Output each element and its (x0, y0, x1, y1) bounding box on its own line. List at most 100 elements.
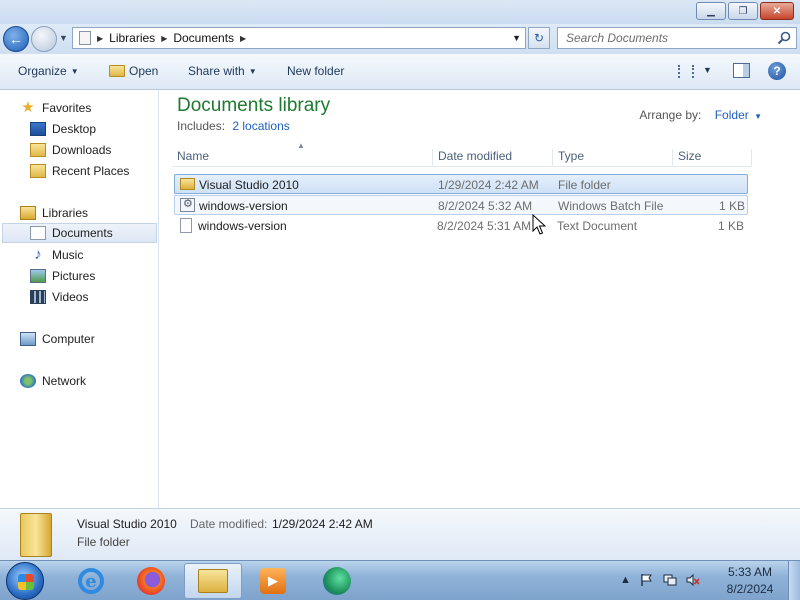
breadcrumb-libraries[interactable]: Libraries (109, 31, 155, 45)
volume-muted-icon[interactable] (686, 573, 700, 587)
chevron-down-icon[interactable]: ▼ (754, 112, 762, 121)
breadcrumb-chevron-icon[interactable]: ▶ (240, 34, 246, 43)
view-options-dropdown[interactable]: ▼ (703, 65, 712, 75)
sidebar-item-computer[interactable]: Computer (20, 329, 95, 349)
refresh-button[interactable]: ↻ (528, 27, 550, 49)
internet-explorer-icon: e (78, 568, 104, 594)
sidebar-item-desktop[interactable]: Desktop (30, 119, 96, 139)
address-dropdown-icon[interactable]: ▼ (512, 33, 521, 43)
file-size: 1 KB (718, 199, 745, 213)
system-tray: ▲ (620, 573, 700, 587)
help-icon[interactable]: ? (768, 62, 786, 80)
navigation-bar: ← ▼ ▶ Libraries ▶ Documents ▶ ▼ ↻ (0, 24, 800, 54)
sidebar-item-documents[interactable]: Documents (2, 223, 157, 243)
sidebar-item-label: Music (52, 248, 84, 262)
sidebar-item-favorites[interactable]: ★ Favorites (20, 98, 91, 118)
sidebar-item-label: Pictures (52, 269, 96, 283)
breadcrumb-chevron-icon[interactable]: ▶ (161, 34, 167, 43)
file-name: windows-version (198, 219, 287, 233)
breadcrumb-chevron-icon[interactable]: ▶ (97, 34, 103, 43)
details-name: Visual Studio 2010 (77, 517, 177, 531)
table-row[interactable]: windows-version 8/2/2024 5:32 AM Windows… (174, 195, 748, 215)
sidebar-item-downloads[interactable]: Downloads (30, 140, 111, 160)
sidebar-item-recent-places[interactable]: Recent Places (30, 161, 129, 181)
file-name: Visual Studio 2010 (199, 178, 299, 192)
network-icon (20, 374, 36, 388)
breadcrumb-documents[interactable]: Documents (173, 31, 234, 45)
details-type: File folder (77, 535, 130, 549)
network-status-icon[interactable] (663, 573, 677, 587)
search-box[interactable] (557, 27, 797, 49)
sidebar-item-pictures[interactable]: Pictures (30, 266, 95, 286)
system-clock[interactable]: 5:33 AM 8/2/2024 (720, 564, 780, 598)
recent-pages-dropdown[interactable]: ▼ (59, 33, 68, 43)
back-button[interactable]: ← (3, 26, 29, 52)
windows-logo-icon (18, 574, 34, 590)
search-input[interactable] (558, 28, 768, 48)
libraries-icon (20, 206, 36, 220)
mouse-cursor-icon (532, 214, 546, 235)
pictures-icon (30, 269, 46, 283)
sidebar-item-libraries[interactable]: Libraries (20, 203, 88, 223)
file-size: 1 KB (717, 219, 744, 233)
open-button[interactable]: Open (109, 64, 158, 78)
taskbar-firefox[interactable] (122, 563, 180, 599)
file-type: Text Document (557, 219, 638, 233)
page-title: Documents library (177, 95, 331, 116)
share-with-label: Share with (188, 64, 245, 78)
sidebar-item-music[interactable]: ♪ Music (30, 245, 83, 265)
preview-pane-icon[interactable] (733, 63, 750, 78)
includes-label: Includes: (177, 119, 226, 133)
forward-button[interactable] (31, 26, 57, 52)
table-row[interactable]: windows-version 8/2/2024 5:31 AM Text Do… (174, 216, 748, 236)
new-folder-button[interactable]: New folder (287, 64, 344, 78)
taskbar-windows-explorer[interactable] (184, 563, 242, 599)
file-date: 8/2/2024 5:32 AM (438, 199, 533, 213)
file-date: 1/29/2024 2:42 AM (438, 178, 539, 192)
sidebar-item-network[interactable]: Network (20, 371, 86, 391)
chevron-down-icon: ▼ (70, 66, 79, 76)
change-view-icon[interactable] (678, 65, 694, 78)
taskbar-internet-explorer[interactable]: e (62, 563, 120, 599)
taskbar-media-player[interactable]: ▶ (244, 563, 302, 599)
clock-time: 5:33 AM (727, 565, 773, 579)
organize-label: Organize (18, 64, 67, 78)
show-desktop-button[interactable] (788, 561, 800, 600)
locations-link[interactable]: 2 locations (232, 119, 289, 133)
close-button[interactable]: ✕ (760, 2, 794, 20)
maximize-button[interactable]: ❐ (728, 2, 758, 20)
window-controls: ▁ ❐ ✕ (696, 2, 794, 20)
sidebar-item-label: Computer (42, 332, 95, 346)
address-location-icon (79, 31, 91, 45)
table-row[interactable]: Visual Studio 2010 1/29/2024 2:42 AM Fil… (174, 174, 748, 194)
share-with-button[interactable]: Share with ▼ (188, 64, 257, 78)
clock-date: 8/2/2024 (726, 582, 774, 596)
column-header-type[interactable]: Type (553, 149, 673, 167)
column-header-row: ▲ Name Date modified Type Size (172, 141, 752, 167)
batch-file-icon (180, 197, 195, 212)
arrange-by-dropdown[interactable]: Folder (715, 108, 749, 122)
column-header-date-modified[interactable]: Date modified (433, 149, 553, 167)
sidebar-item-videos[interactable]: Videos (30, 287, 88, 307)
file-type: File folder (558, 178, 611, 192)
downloads-folder-icon (30, 143, 46, 157)
taskbar: e ▶ ▲ 5:33 AM 8/2/2024 (0, 560, 800, 600)
documents-icon (30, 226, 46, 240)
film-strip-icon (30, 290, 46, 304)
action-center-flag-icon[interactable] (640, 573, 654, 587)
organize-button[interactable]: Organize ▼ (18, 64, 79, 78)
taskbar-edge[interactable] (308, 563, 366, 599)
show-hidden-icons-icon[interactable]: ▲ (620, 574, 631, 586)
open-label: Open (129, 64, 159, 78)
column-header-size[interactable]: Size (673, 149, 752, 167)
address-bar[interactable]: ▶ Libraries ▶ Documents ▶ ▼ (72, 27, 526, 49)
text-document-icon (180, 218, 192, 233)
start-button[interactable] (6, 562, 44, 600)
minimize-button[interactable]: ▁ (696, 2, 726, 20)
column-header-name[interactable]: Name (172, 149, 433, 167)
sidebar-item-label: Favorites (42, 101, 92, 115)
file-name: windows-version (199, 199, 288, 213)
sidebar-item-label: Downloads (52, 143, 112, 157)
search-icon[interactable] (776, 30, 792, 46)
library-includes: Includes: 2 locations (177, 119, 290, 133)
